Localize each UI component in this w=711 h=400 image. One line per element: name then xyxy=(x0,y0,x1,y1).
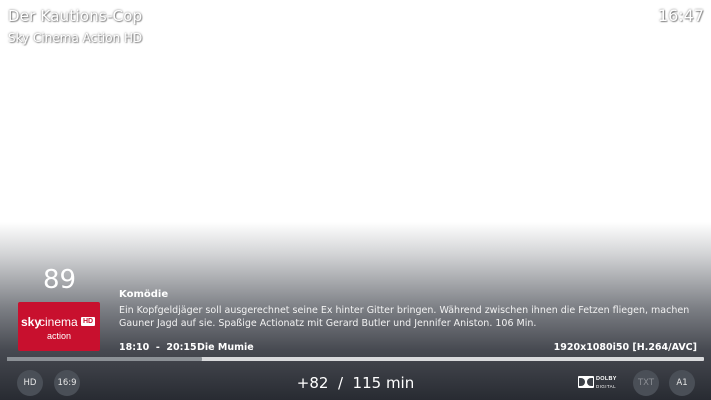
clock: 16:47 xyxy=(657,6,704,25)
dolby-double-d-icon xyxy=(578,376,594,388)
video-resolution: 1920x1080i50 [H.264/AVC] xyxy=(553,342,697,353)
logo-action-text: action xyxy=(46,331,72,341)
progress-bar-fill xyxy=(7,357,203,361)
dolby-digital-icon: DOLBY DIGITAL xyxy=(578,376,616,391)
audio-track-badge: A1 xyxy=(669,370,695,396)
channel-number: 89 xyxy=(42,265,77,295)
logo-cinema-text: cinema xyxy=(39,315,78,329)
show-title: Der Kautions-Cop xyxy=(8,7,143,25)
progress-bar xyxy=(7,357,704,361)
dolby-word: DOLBY xyxy=(596,376,617,382)
teletext-badge: TXT xyxy=(633,370,659,396)
next-time-range: 18:10 - 20:15 xyxy=(119,342,197,353)
dolby-digital-word: DIGITAL xyxy=(596,384,616,389)
channel-logo: sky cinema HD action xyxy=(18,302,100,351)
channel-name: Sky Cinema Action HD xyxy=(8,31,143,45)
genre-label: Komödie xyxy=(119,289,169,300)
plot-description: Ein Kopfgeldjäger soll ausgerechnet sein… xyxy=(119,305,690,329)
logo-hd-tag: HD xyxy=(81,317,96,326)
next-program-title: Die Mumie xyxy=(197,342,254,353)
